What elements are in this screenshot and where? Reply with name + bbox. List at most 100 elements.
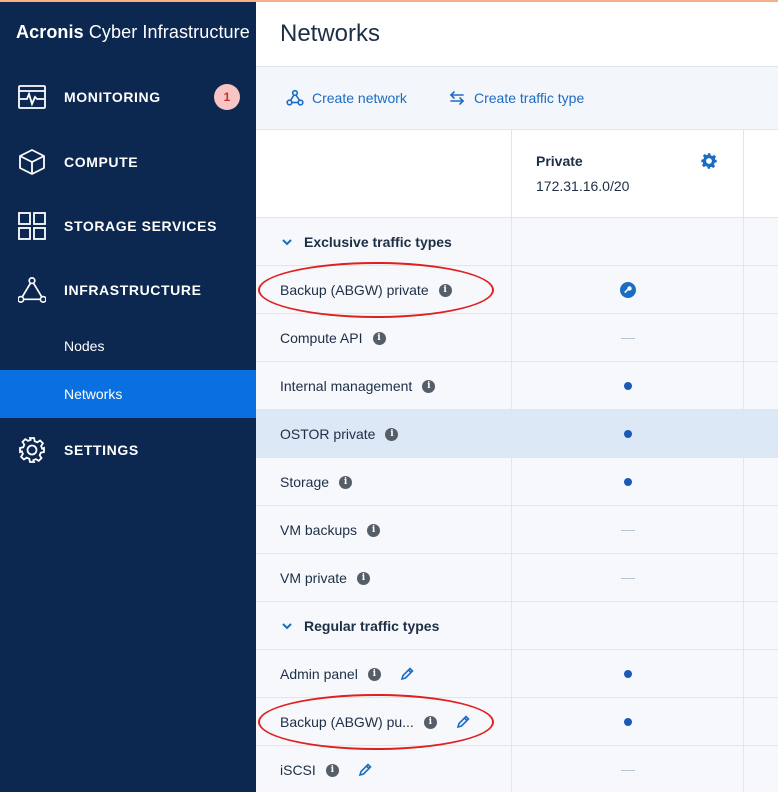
traffic-type-name: VM backups i xyxy=(280,506,381,554)
column-divider xyxy=(511,130,512,792)
traffic-assignment-cell[interactable] xyxy=(512,314,744,362)
traffic-type-row[interactable]: VM private i xyxy=(256,554,778,602)
traffic-type-name: OSTOR private i xyxy=(280,410,399,458)
sidebar-subitem-networks[interactable]: Networks xyxy=(0,370,256,418)
sidebar-item-settings[interactable]: SETTINGS xyxy=(0,424,256,476)
sidebar: Acronis Cyber Infrastructure MONITORING … xyxy=(0,0,256,792)
traffic-assignment-cell[interactable] xyxy=(512,698,744,746)
sidebar-subitem-nodes[interactable]: Nodes xyxy=(0,322,256,370)
traffic-type-label: iSCSI xyxy=(280,762,316,778)
sidebar-item-storage-services[interactable]: STORAGE SERVICES xyxy=(0,200,256,252)
info-icon[interactable]: i xyxy=(422,379,436,393)
traffic-type-label: Internal management xyxy=(280,378,413,394)
info-icon[interactable]: i xyxy=(372,331,386,345)
chevron-down-icon[interactable] xyxy=(280,235,294,249)
info-icon[interactable]: i xyxy=(325,763,339,777)
unassigned-dash xyxy=(621,529,635,531)
network-settings-gear-icon[interactable] xyxy=(700,152,720,172)
create-network-label: Create network xyxy=(312,90,407,106)
edit-pencil-icon[interactable] xyxy=(455,714,471,730)
edit-pencil-icon[interactable] xyxy=(399,666,415,682)
sidebar-item-infrastructure[interactable]: INFRASTRUCTURE xyxy=(0,264,256,316)
traffic-assignment-cell[interactable] xyxy=(512,554,744,602)
assigned-dot xyxy=(624,430,632,438)
traffic-type-label: Backup (ABGW) pu... xyxy=(280,714,414,730)
triangle-network-icon xyxy=(18,276,46,304)
section-header-exclusive[interactable]: Exclusive traffic types xyxy=(256,218,778,266)
traffic-type-row[interactable]: Backup (ABGW) private i xyxy=(256,266,778,314)
traffic-type-label: Admin panel xyxy=(280,666,358,682)
traffic-type-label: VM backups xyxy=(280,522,358,538)
network-column-header: Private 172.31.16.0/20 xyxy=(256,130,778,218)
traffic-type-name: Backup (ABGW) private i xyxy=(280,266,452,314)
section-title: Regular traffic types xyxy=(304,618,440,634)
sidebar-item-label: SETTINGS xyxy=(64,442,139,458)
sidebar-item-monitoring[interactable]: MONITORING 1 xyxy=(0,71,256,123)
info-icon[interactable]: i xyxy=(423,715,437,729)
unassigned-dash xyxy=(621,337,635,339)
sidebar-item-label: COMPUTE xyxy=(64,154,139,170)
traffic-type-row[interactable]: Admin panel i xyxy=(256,650,778,698)
traffic-type-row[interactable]: Compute API i xyxy=(256,314,778,362)
info-icon[interactable]: i xyxy=(385,427,399,441)
key-icon xyxy=(620,282,636,298)
traffic-type-name: Admin panel i xyxy=(280,650,381,698)
assigned-dot xyxy=(624,718,632,726)
traffic-type-name: iSCSI i xyxy=(280,746,339,792)
traffic-assignment-cell[interactable] xyxy=(512,266,744,314)
sidebar-item-label: STORAGE SERVICES xyxy=(64,218,218,234)
traffic-type-row[interactable]: Backup (ABGW) pu... i xyxy=(256,698,778,746)
traffic-type-label: Backup (ABGW) private xyxy=(280,282,429,298)
traffic-assignment-cell[interactable] xyxy=(512,506,744,554)
main-content: Networks Create network Create traffic t… xyxy=(256,0,778,792)
traffic-type-name: Storage i xyxy=(280,458,353,506)
sidebar-item-compute[interactable]: COMPUTE xyxy=(0,136,256,188)
sidebar-subitem-label: Nodes xyxy=(64,338,105,354)
monitoring-icon xyxy=(18,83,46,111)
toolbar: Create network Create traffic type xyxy=(256,66,778,130)
info-icon[interactable]: i xyxy=(367,523,381,537)
traffic-type-row[interactable]: OSTOR private i xyxy=(256,410,778,458)
traffic-assignment-cell[interactable] xyxy=(512,746,744,792)
create-network-button[interactable]: Create network xyxy=(286,89,407,107)
network-nodes-icon xyxy=(286,89,304,107)
info-icon[interactable]: i xyxy=(438,283,452,297)
notification-badge: 1 xyxy=(214,84,240,110)
swap-arrows-icon xyxy=(448,89,466,107)
network-cidr: 172.31.16.0/20 xyxy=(536,178,630,194)
top-accent-line xyxy=(0,0,778,2)
section-header-regular[interactable]: Regular traffic types xyxy=(256,602,778,650)
traffic-type-name: VM private i xyxy=(280,554,370,602)
info-icon[interactable]: i xyxy=(367,667,381,681)
grid-icon xyxy=(18,212,46,240)
chevron-down-icon[interactable] xyxy=(280,619,294,633)
assigned-dot xyxy=(624,478,632,486)
edit-pencil-icon[interactable] xyxy=(357,762,373,778)
traffic-assignment-cell[interactable] xyxy=(512,458,744,506)
traffic-type-label: VM private xyxy=(280,570,347,586)
sidebar-item-label: MONITORING xyxy=(64,89,161,105)
column-divider xyxy=(743,130,744,792)
info-icon[interactable]: i xyxy=(339,475,353,489)
info-icon[interactable]: i xyxy=(356,571,370,585)
page-title: Networks xyxy=(280,20,381,47)
traffic-type-name: Internal management i xyxy=(280,362,436,410)
section-title: Exclusive traffic types xyxy=(304,234,452,250)
sidebar-item-label: INFRASTRUCTURE xyxy=(64,282,202,298)
unassigned-dash xyxy=(621,577,635,579)
cube-icon xyxy=(18,148,46,176)
traffic-type-row[interactable]: Internal management i xyxy=(256,362,778,410)
traffic-assignment-cell[interactable] xyxy=(512,650,744,698)
create-traffic-type-button[interactable]: Create traffic type xyxy=(448,89,584,107)
assigned-dot xyxy=(624,382,632,390)
network-name: Private xyxy=(536,153,583,169)
traffic-type-row[interactable]: iSCSI i xyxy=(256,746,778,792)
brand-logo[interactable]: Acronis Cyber Infrastructure xyxy=(16,22,250,43)
traffic-type-name: Compute API i xyxy=(280,314,386,362)
traffic-type-row[interactable]: Storage i xyxy=(256,458,778,506)
traffic-type-row[interactable]: VM backups i xyxy=(256,506,778,554)
traffic-type-label: Compute API xyxy=(280,330,363,346)
create-traffic-type-label: Create traffic type xyxy=(474,90,585,106)
traffic-assignment-cell[interactable] xyxy=(512,410,744,458)
traffic-assignment-cell[interactable] xyxy=(512,362,744,410)
